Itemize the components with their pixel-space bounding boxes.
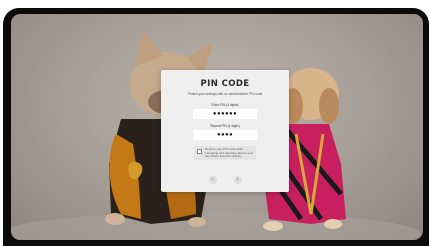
require-pin-checkbox-label: Require your PIN code while managing and… — [205, 147, 253, 159]
dialog-title: PIN CODE — [200, 79, 250, 89]
dialog-subtitle: Protect your settings with an administra… — [187, 92, 263, 96]
repeat-pin-input-label: Repeat PIN (4 digits) — [210, 124, 240, 128]
pin-input-label: Enter PIN (4 digits) — [211, 103, 239, 107]
pin-code-dialog: PIN CODE Protect your settings with an a… — [161, 70, 289, 192]
pin-input[interactable]: ●●●●●● — [193, 109, 257, 119]
require-pin-checkbox-row[interactable]: Require your PIN code while managing and… — [194, 146, 256, 160]
require-pin-checkbox[interactable] — [197, 149, 202, 154]
repeat-pin-input[interactable]: ●●●● — [193, 130, 257, 140]
device-screen: PIN CODE Protect your settings with an a… — [11, 14, 423, 240]
chevron-left-icon[interactable]: ‹ — [208, 176, 217, 184]
dialog-navigation: ‹ › — [161, 176, 289, 184]
chevron-right-icon[interactable]: › — [233, 176, 242, 184]
device-bezel: PIN CODE Protect your settings with an a… — [3, 8, 429, 246]
